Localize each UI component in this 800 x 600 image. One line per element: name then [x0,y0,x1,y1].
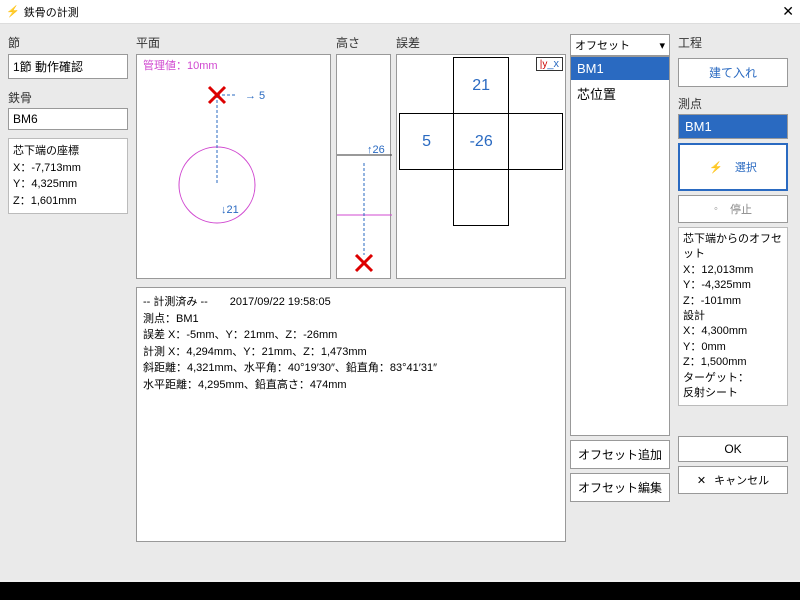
offset-combo[interactable]: オフセット ▾ [570,34,670,56]
coord-z: Z：1,601mm [13,193,123,210]
label-process: 工程 [678,34,702,51]
label-error: 誤差 [396,34,420,51]
oi-dz: Z：1,500mm [683,355,783,370]
oi-z: Z：-101mm [683,294,783,309]
stop-button[interactable]: ◦ 停止 [678,195,788,223]
cancel-label: キャンセル [714,472,769,488]
x-marker-icon [356,255,372,271]
err-top: 21 [454,58,509,114]
build-button[interactable]: 建て入れ [678,58,788,87]
chevron-down-icon: ▾ [659,39,665,52]
plane-dy: ↓21 [221,204,239,216]
close-icon[interactable]: ✕ [782,3,794,20]
close-icon: ✕ [697,474,706,487]
app-window: ⚡ 鉄骨の計測 ✕ 節 平面 高さ 誤差 工程 1節 動作確認 鉄骨 BM6 芯… [0,0,800,600]
label-height: 高さ [336,34,360,51]
label-section: 節 [8,34,20,51]
log-line: 誤差 X：-5mm、Y：21mm、Z：-26mm [143,327,559,344]
cancel-button[interactable]: ✕ キャンセル [678,466,788,494]
coord-x: X：-7,713mm [13,160,123,177]
plane-dx: → 5 [245,90,265,102]
coord-box: 芯下端の座標 X：-7,713mm Y：4,325mm Z：1,601mm [8,138,128,214]
measurement-log: -- 計測済み -- 2017/09/22 19:58:05 測点：BM1 誤差… [136,287,566,542]
left-panel: 1節 動作確認 鉄骨 BM6 芯下端の座標 X：-7,713mm Y：4,325… [8,54,128,214]
coord-y: Y：4,325mm [13,176,123,193]
section-field[interactable]: 1節 動作確認 [8,54,128,79]
axis-icon: |y_x [536,57,563,71]
offset-panel: オフセット ▾ BM1 芯位置 オフセット追加 オフセット編集 [570,34,670,502]
log-panel: -- 計測済み -- 2017/09/22 19:58:05 測点：BM1 誤差… [136,287,566,542]
point-list[interactable]: BM1 [678,114,788,139]
statusbar [0,582,800,600]
height-panel: ↑26 [336,54,391,279]
log-line: 計測 X：4,294mm、Y：21mm、Z：1,473mm [143,344,559,361]
height-diagram: ↑26 [336,54,391,279]
bolt-icon: ⚡ [709,161,723,174]
content-area: 節 平面 高さ 誤差 工程 1節 動作確認 鉄骨 BM6 芯下端の座標 X：-7… [0,24,800,580]
stop-icon: ◦ [714,203,718,215]
offset-item-core[interactable]: 芯位置 [571,80,669,107]
oi-target-lbl: ターゲット： [683,371,783,386]
height-up: ↑26 [367,144,385,156]
mgmt-value-text: 管理値：10mm [143,58,218,72]
titlebar: ⚡ 鉄骨の計測 ✕ [0,0,800,24]
err-center: -26 [454,114,509,170]
err-left: 5 [400,114,454,170]
app-icon: ⚡ [6,5,20,18]
window-title: 鉄骨の計測 [24,4,79,20]
oi-design: 設計 [683,309,783,324]
select-label: 選択 [735,159,757,175]
offset-add-button[interactable]: オフセット追加 [570,440,670,469]
offset-item-bm1[interactable]: BM1 [571,57,669,80]
select-button[interactable]: ⚡ 選択 [678,143,788,191]
plane-panel: 管理値：10mm → 5 ↓21 [136,54,331,279]
log-line: 斜距離：4,321mm、水平角：40°19′30″、鉛直角：83°41′31″ [143,360,559,377]
offset-combo-label: オフセット [575,37,630,53]
ok-button[interactable]: OK [678,436,788,462]
oi-x: X：12,013mm [683,263,783,278]
error-grid: |y_x 21 5-26 [396,54,566,279]
label-point: 測点 [678,95,788,112]
log-line: -- 計測済み -- 2017/09/22 19:58:05 [143,294,559,311]
log-line: 水平距離：4,295mm、鉛直高さ：474mm [143,377,559,394]
log-line: 測点：BM1 [143,311,559,328]
plane-diagram: 管理値：10mm → 5 ↓21 [136,54,331,279]
offset-list[interactable]: BM1 芯位置 [570,56,670,436]
offset-info-header: 芯下端からのオフセット [683,232,783,263]
label-plane: 平面 [136,34,160,51]
oi-dx: X：4,300mm [683,324,783,339]
stop-label: 停止 [730,201,752,217]
offset-edit-button[interactable]: オフセット編集 [570,473,670,502]
oi-target: 反射シート [683,386,783,401]
label-steel: 鉄骨 [8,89,128,106]
error-panel: |y_x 21 5-26 [396,54,566,279]
offset-info: 芯下端からのオフセット X：12,013mm Y：-4,325mm Z：-101… [678,227,788,406]
oi-y: Y：-4,325mm [683,278,783,293]
steel-field[interactable]: BM6 [8,108,128,130]
oi-dy: Y：0mm [683,340,783,355]
point-item[interactable]: BM1 [679,115,787,138]
right-panel: 建て入れ 測点 BM1 ⚡ 選択 ◦ 停止 芯下端からのオフセット X：12,0… [678,54,788,494]
coord-header: 芯下端の座標 [13,143,123,160]
